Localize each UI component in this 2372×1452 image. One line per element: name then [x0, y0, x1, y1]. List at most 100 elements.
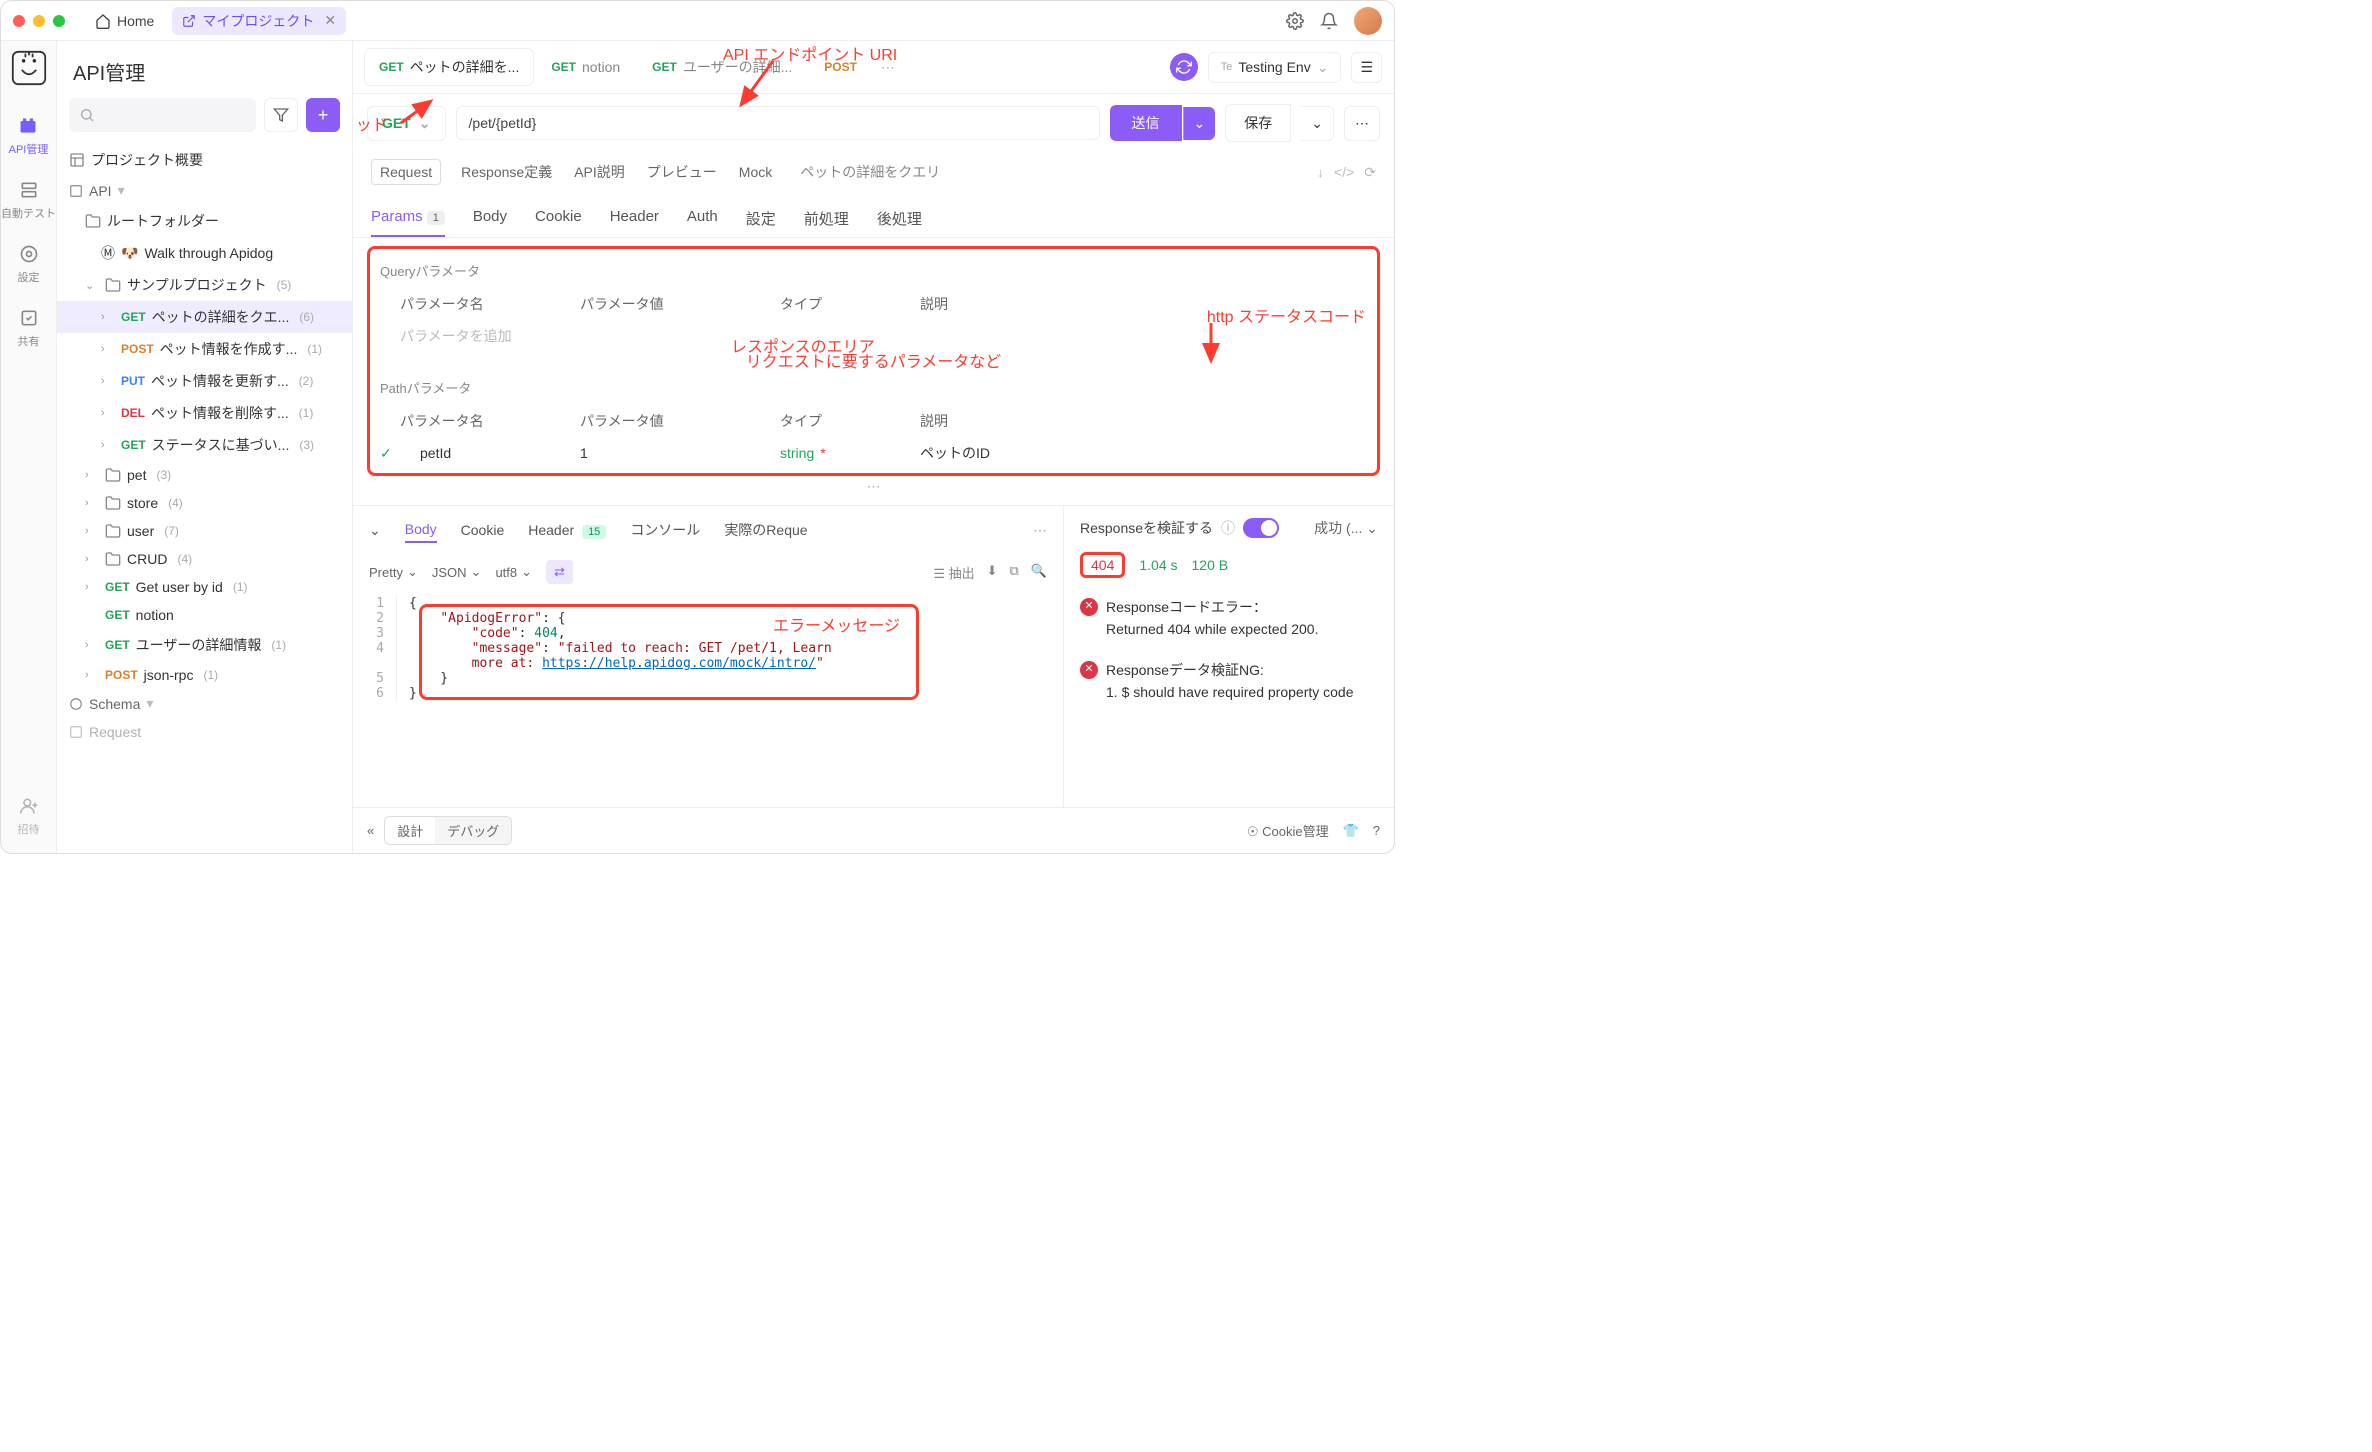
paramtab-post[interactable]: 後処理 [877, 200, 922, 237]
format-select[interactable]: JSON ⌄ [432, 564, 482, 580]
verify-toggle[interactable] [1243, 518, 1279, 538]
tree-item[interactable]: ›PUTペット情報を更新す...(2) [57, 365, 352, 397]
add-param-input[interactable]: パラメータを追加 [380, 326, 580, 346]
tree-folder[interactable]: ›pet(3) [57, 461, 352, 489]
gear-icon[interactable] [1286, 12, 1304, 30]
resp-tab-actual[interactable]: 実際のReque [724, 516, 807, 544]
paramtab-params[interactable]: Params1 [371, 200, 445, 237]
subtab-preview[interactable]: プレビュー [645, 158, 719, 186]
collapse-footer-icon[interactable]: « [367, 823, 374, 838]
subtab-api-desc[interactable]: API説明 [572, 158, 627, 186]
param-name[interactable]: petId [400, 445, 580, 461]
tree-folder[interactable]: ›store(4) [57, 489, 352, 517]
refresh-icon[interactable]: ⟳ [1364, 164, 1376, 181]
tree-item-get-pet[interactable]: ›GETペットの詳細をクエ...(6) [57, 301, 352, 333]
tab-1[interactable]: GETnotion [537, 51, 634, 83]
env-select[interactable]: TeTesting Env⌄ [1208, 52, 1342, 83]
walk-through[interactable]: Ⓜ 🐶 Walk through Apidog [57, 237, 352, 269]
project-overview[interactable]: プロジェクト概要 [57, 144, 352, 176]
tree-folder[interactable]: ›CRUD(4) [57, 545, 352, 573]
resp-tab-console[interactable]: コンソール [630, 516, 700, 544]
save-button[interactable]: 保存 [1225, 104, 1291, 142]
tree-item[interactable]: ›GETGet user by id(1) [57, 573, 352, 601]
nav-settings[interactable]: 設定 [18, 243, 40, 285]
shirt-icon[interactable]: 👕 [1343, 823, 1359, 839]
arrow-down-icon[interactable]: ↓ [1317, 164, 1324, 181]
cookie-manage[interactable]: ☉ Cookie管理 [1247, 821, 1329, 840]
mode-segment[interactable]: 設計 デバッグ [384, 816, 512, 845]
tab-2[interactable]: GETユーザーの詳細... [638, 49, 806, 85]
tree-item[interactable]: ›DELペット情報を削除す...(1) [57, 397, 352, 429]
bell-icon[interactable] [1320, 12, 1338, 30]
tab-3[interactable]: POST [810, 52, 871, 82]
resp-more-icon[interactable]: ⋯ [1033, 522, 1047, 539]
tree-folder[interactable]: ›user(7) [57, 517, 352, 545]
wrap-toggle[interactable]: ⇄ [546, 560, 573, 584]
expand-icon[interactable]: ⋯ [367, 476, 1380, 497]
resp-tab-cookie[interactable]: Cookie [461, 518, 505, 542]
url-input[interactable]: /pet/{petId} [456, 106, 1100, 140]
nav-invite[interactable]: 招待 [18, 795, 40, 837]
help-icon[interactable]: ? [1373, 823, 1380, 838]
tree-item[interactable]: ›POSTjson-rpc(1) [57, 661, 352, 689]
send-dropdown[interactable]: ⌄ [1183, 107, 1216, 140]
code-icon[interactable]: </> [1334, 164, 1354, 181]
copy-icon[interactable]: ⧉ [1010, 563, 1019, 582]
add-button[interactable]: + [306, 98, 340, 132]
sample-folder[interactable]: ⌄ サンプルプロジェクト (5) [57, 269, 352, 301]
api-section[interactable]: API ▾ [57, 176, 352, 205]
request-section[interactable]: Request [57, 718, 352, 746]
tree-item[interactable]: ›GETユーザーの詳細情報(1) [57, 629, 352, 661]
nav-autotest[interactable]: 自動テスト [1, 179, 56, 221]
extract-button[interactable]: ☰ 抽出 [933, 563, 974, 582]
invite-icon [19, 796, 39, 816]
paramtab-body[interactable]: Body [473, 200, 507, 237]
encoding-select[interactable]: utf8 ⌄ [495, 564, 532, 580]
resp-tab-body[interactable]: Body [405, 517, 437, 543]
nav-share[interactable]: 共有 [18, 307, 40, 349]
save-dropdown[interactable]: ⌄ [1301, 106, 1334, 141]
status-size: 120 B [1192, 557, 1229, 573]
nav-api[interactable]: API管理 [9, 115, 49, 157]
tree-item[interactable]: ›GETステータスに基づい...(3) [57, 429, 352, 461]
root-folder[interactable]: ルートフォルダー [57, 205, 352, 237]
paramtab-cookie[interactable]: Cookie [535, 200, 582, 237]
response-body[interactable]: エラーメッセージ 1{ 2 "ApidogError": { 3 "code":… [353, 590, 1063, 807]
tree-item[interactable]: ›GETnotion [57, 601, 352, 629]
paramtab-header[interactable]: Header [610, 200, 659, 237]
tree-item[interactable]: ›POSTペット情報を作成す...(1) [57, 333, 352, 365]
param-desc: ペットのID [920, 443, 1367, 463]
path-param-row[interactable]: ✓ petId 1 string* ペットのID [380, 437, 1367, 469]
search-response-icon[interactable]: 🔍 [1031, 563, 1047, 582]
tab-0[interactable]: GETペットの詳細を... [365, 49, 533, 85]
method-select[interactable]: GET⌄ [367, 106, 446, 141]
subtab-mock[interactable]: Mock [737, 160, 774, 184]
window-controls[interactable] [13, 15, 65, 27]
subtab-request[interactable]: Request [371, 159, 441, 185]
project-tab[interactable]: マイプロジェクト ✕ [172, 7, 346, 35]
subtab-response-def[interactable]: Response定義 [459, 158, 554, 186]
paramtab-pre[interactable]: 前処理 [804, 200, 849, 237]
search-input[interactable] [69, 98, 256, 132]
home-label: Home [117, 13, 154, 29]
paramtab-auth[interactable]: Auth [687, 200, 718, 237]
paramtab-settings[interactable]: 設定 [746, 200, 776, 237]
collapse-icon[interactable]: ⌄ [369, 522, 381, 539]
pretty-toggle[interactable]: Pretty ⌄ [369, 564, 418, 580]
tabs-more-icon[interactable]: ⋯ [875, 59, 901, 76]
download-icon[interactable]: ⬇ [987, 563, 998, 582]
param-value[interactable]: 1 [580, 445, 780, 461]
success-dropdown[interactable]: 成功 (... ⌄ [1314, 518, 1378, 538]
schema-section[interactable]: Schema▾ [57, 689, 352, 718]
resp-tab-header[interactable]: Header 15 [528, 518, 606, 542]
avatar[interactable] [1354, 7, 1382, 35]
close-icon[interactable]: ✕ [324, 12, 336, 29]
send-button[interactable]: 送信 [1110, 105, 1182, 141]
more-button[interactable]: ⋯ [1344, 106, 1380, 141]
filter-button[interactable] [264, 98, 298, 132]
menu-button[interactable]: ☰ [1351, 52, 1382, 83]
external-icon [182, 14, 196, 28]
sync-button[interactable] [1170, 53, 1198, 81]
home-button[interactable]: Home [85, 9, 164, 33]
folder-icon [105, 467, 121, 483]
